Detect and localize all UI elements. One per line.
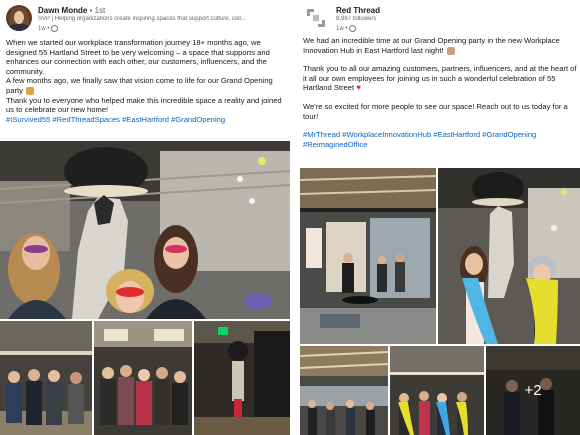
column-divider — [292, 0, 296, 435]
post-photo-lobby[interactable] — [194, 321, 290, 435]
company-name[interactable]: Red Thread — [336, 6, 380, 15]
post-paragraph: Thank you to everyone who helped make th… — [6, 95, 282, 115]
photo-women-with-horse-statue — [438, 168, 580, 344]
follower-count: 8,987 followers — [336, 16, 377, 22]
post-photo-more[interactable]: +2 — [486, 346, 580, 435]
post-paragraph-text: A few months ago, we finally saw that vi… — [6, 76, 273, 95]
author-headline: SVP | Helping organizations create inspi… — [38, 16, 246, 22]
post-paragraph: When we started our workplace transforma… — [6, 38, 270, 76]
post-photo-group[interactable] — [0, 321, 92, 435]
post-time-text: 1w • — [38, 26, 50, 33]
photo-group-of-people — [0, 321, 92, 435]
globe-icon — [51, 25, 59, 32]
post-photo-main[interactable] — [0, 141, 290, 319]
post-paragraph: We had an incredible time at our Grand O… — [303, 36, 577, 55]
post-body: We had an incredible time at our Grand O… — [303, 36, 577, 149]
photo-event-room — [300, 168, 436, 344]
post-photo-boa-group[interactable] — [390, 346, 484, 435]
post-time-text: 1w • — [336, 26, 348, 33]
post-time: 1w • — [38, 25, 59, 33]
post-header: Red Thread 8,987 followers 1w • — [304, 4, 580, 34]
party-popper-icon — [26, 86, 35, 95]
post-paragraph-text: Thank you to all our amazing customers, … — [303, 64, 577, 93]
post-hashtags[interactable]: #MrThread #WorkplaceInnovationHub #EastH… — [303, 130, 577, 149]
heart-icon: ♥ — [356, 83, 361, 93]
photo-people-with-horse-statue — [0, 141, 290, 319]
post-paragraph: Thank you to all our amazing customers, … — [303, 64, 577, 93]
post-photo-crowd[interactable] — [300, 346, 388, 435]
post-paragraph: A few months ago, we finally saw that vi… — [6, 76, 284, 95]
post-paragraph-text: We had an incredible time at our Grand O… — [303, 36, 560, 55]
post-paragraph: We're so excited for more people to see … — [303, 101, 568, 121]
post-time: 1w • — [336, 25, 357, 33]
photo-lobby-with-sculpture — [194, 321, 290, 435]
connection-degree: • 1st — [89, 6, 106, 15]
post-hashtags[interactable]: #ISurvived55 #RedThreadSpaces #EastHartf… — [6, 115, 284, 125]
photo-group-with-boas — [390, 346, 484, 435]
company-logo-icon[interactable] — [304, 6, 328, 30]
author-name[interactable]: Dawn Monde • 1st — [38, 6, 105, 15]
horse-face-icon — [446, 46, 455, 55]
photo-crowd-under-ceiling — [300, 346, 388, 435]
post-dawn-monde: Dawn Monde • 1st SVP | Helping organizat… — [0, 0, 290, 435]
post-photo-party-guests[interactable] — [94, 321, 192, 435]
post-body: When we started our workplace transforma… — [6, 38, 284, 124]
globe-icon — [349, 25, 357, 32]
post-red-thread: Red Thread 8,987 followers 1w • We had a… — [298, 0, 580, 435]
post-header: Dawn Monde • 1st SVP | Helping organizat… — [6, 4, 286, 34]
author-name-text[interactable]: Dawn Monde — [38, 6, 87, 15]
post-photo-horse-selfie[interactable] — [438, 168, 580, 344]
more-photos-count[interactable]: +2 — [486, 346, 580, 435]
photo-party-guests — [94, 321, 192, 435]
post-photo-room[interactable] — [300, 168, 436, 344]
avatar[interactable] — [6, 5, 32, 31]
